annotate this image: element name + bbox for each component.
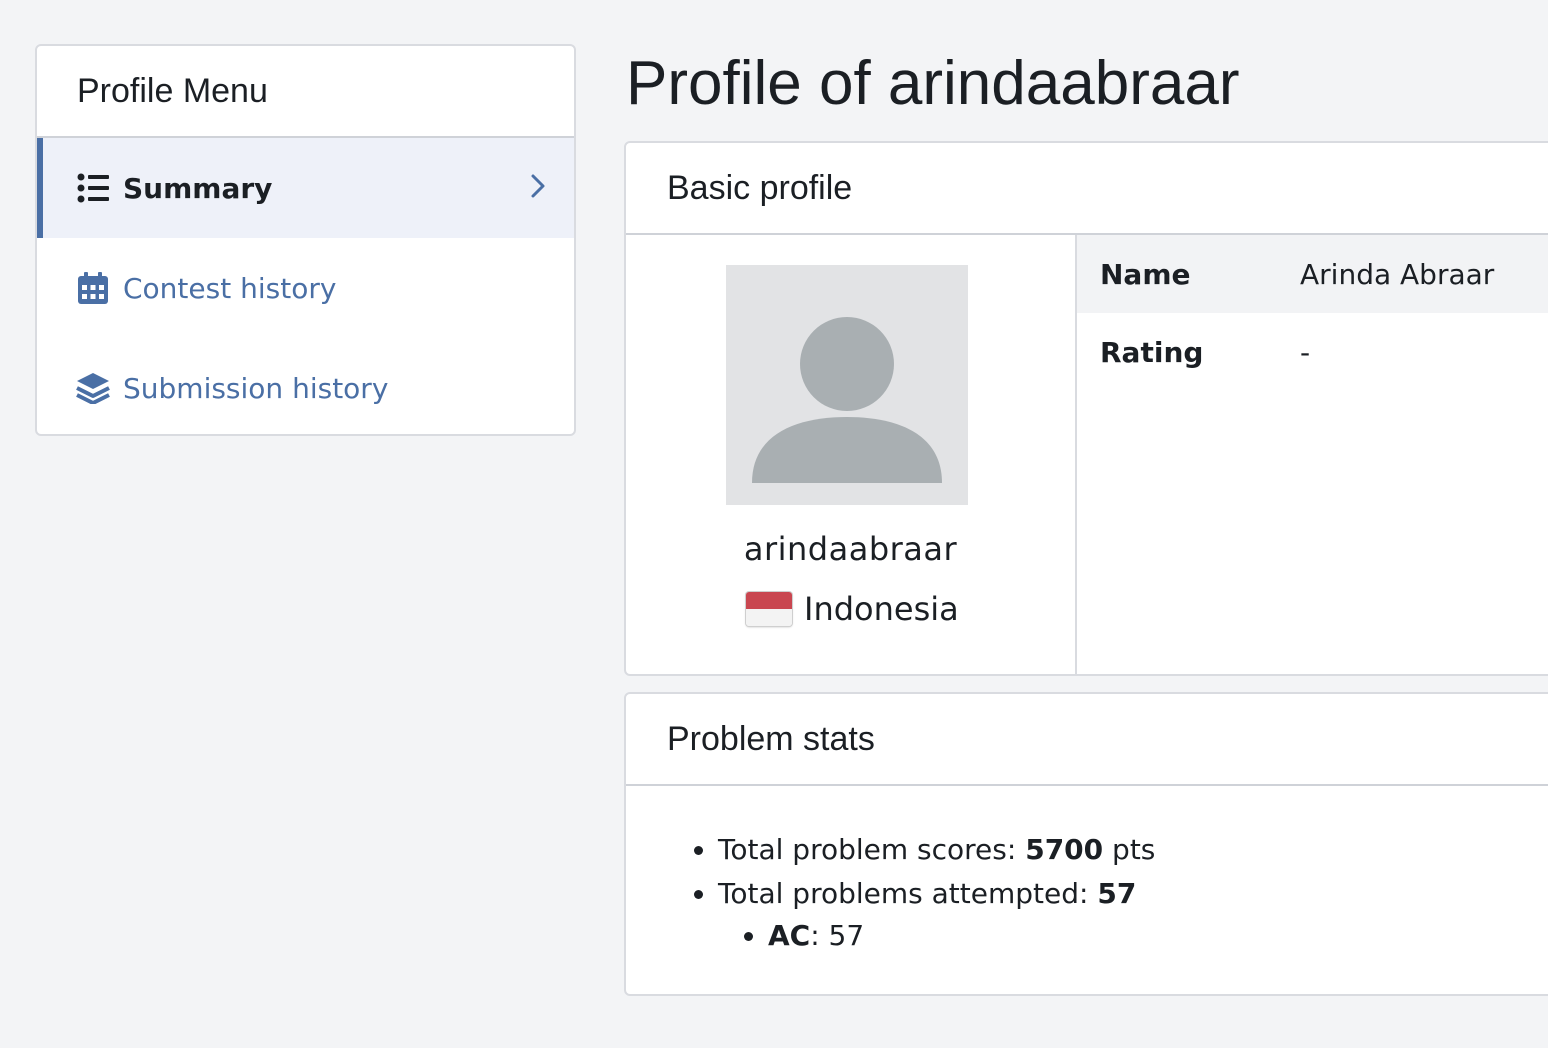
list-item: Total problem scores: 5700 pts — [718, 828, 1548, 872]
sidebar-item-label: Submission history — [123, 371, 389, 405]
sidebar-item-contest-history[interactable]: Contest history — [37, 238, 574, 338]
username: arindaabraar — [743, 530, 958, 568]
verdict-list: AC: 57 — [718, 916, 1548, 956]
user-silhouette-icon — [752, 317, 942, 483]
problem-stats-title: Problem stats — [626, 694, 1548, 786]
problem-stats-card: Problem stats Total problem scores: 5700… — [624, 692, 1548, 996]
list-item: AC: 57 — [768, 916, 1548, 956]
profile-menu: Profile Menu Summary Contest history Sub… — [35, 44, 576, 436]
calendar-icon — [76, 271, 110, 305]
detail-value: - — [1300, 335, 1311, 369]
stat-value: 5700 — [1025, 833, 1104, 866]
country: Indonesia — [746, 590, 959, 628]
sidebar-item-label: Summary — [123, 171, 273, 205]
detail-label: Name — [1100, 257, 1191, 291]
stats-list: Total problem scores: 5700 pts Total pro… — [626, 828, 1548, 956]
list-item: Total problems attempted: 57 AC: 57 — [718, 872, 1548, 956]
basic-profile-title: Basic profile — [626, 143, 1548, 235]
stat-unit: pts — [1103, 833, 1156, 866]
sidebar-item-label: Contest history — [123, 271, 337, 305]
stat-label: Total problem scores: — [718, 833, 1026, 866]
detail-value: Arinda Abraar — [1300, 257, 1495, 291]
profile-menu-title: Profile Menu — [37, 46, 574, 138]
verdict-value: : 57 — [810, 919, 865, 952]
country-name: Indonesia — [804, 590, 959, 628]
detail-row-name: Name Arinda Abraar — [1077, 235, 1548, 313]
list-icon — [76, 171, 110, 205]
detail-row-rating: Rating - — [1077, 313, 1548, 391]
detail-label: Rating — [1100, 335, 1204, 369]
layers-icon — [76, 371, 110, 405]
stat-value: 57 — [1097, 877, 1137, 910]
avatar — [726, 265, 968, 505]
sidebar-item-summary[interactable]: Summary — [37, 138, 574, 238]
basic-profile-card: Basic profile arindaabraar Indonesia Nam… — [624, 141, 1548, 676]
page-title: Profile of arindaabraar — [626, 49, 1240, 118]
profile-summary: arindaabraar Indonesia — [626, 235, 1077, 674]
sidebar-item-submission-history[interactable]: Submission history — [37, 338, 574, 434]
chevron-right-icon — [528, 172, 548, 200]
indonesia-flag-icon — [746, 592, 792, 626]
verdict-label: AC — [768, 919, 811, 952]
profile-details: Name Arinda Abraar Rating - — [1077, 235, 1548, 674]
stat-label: Total problems attempted: — [718, 877, 1098, 910]
